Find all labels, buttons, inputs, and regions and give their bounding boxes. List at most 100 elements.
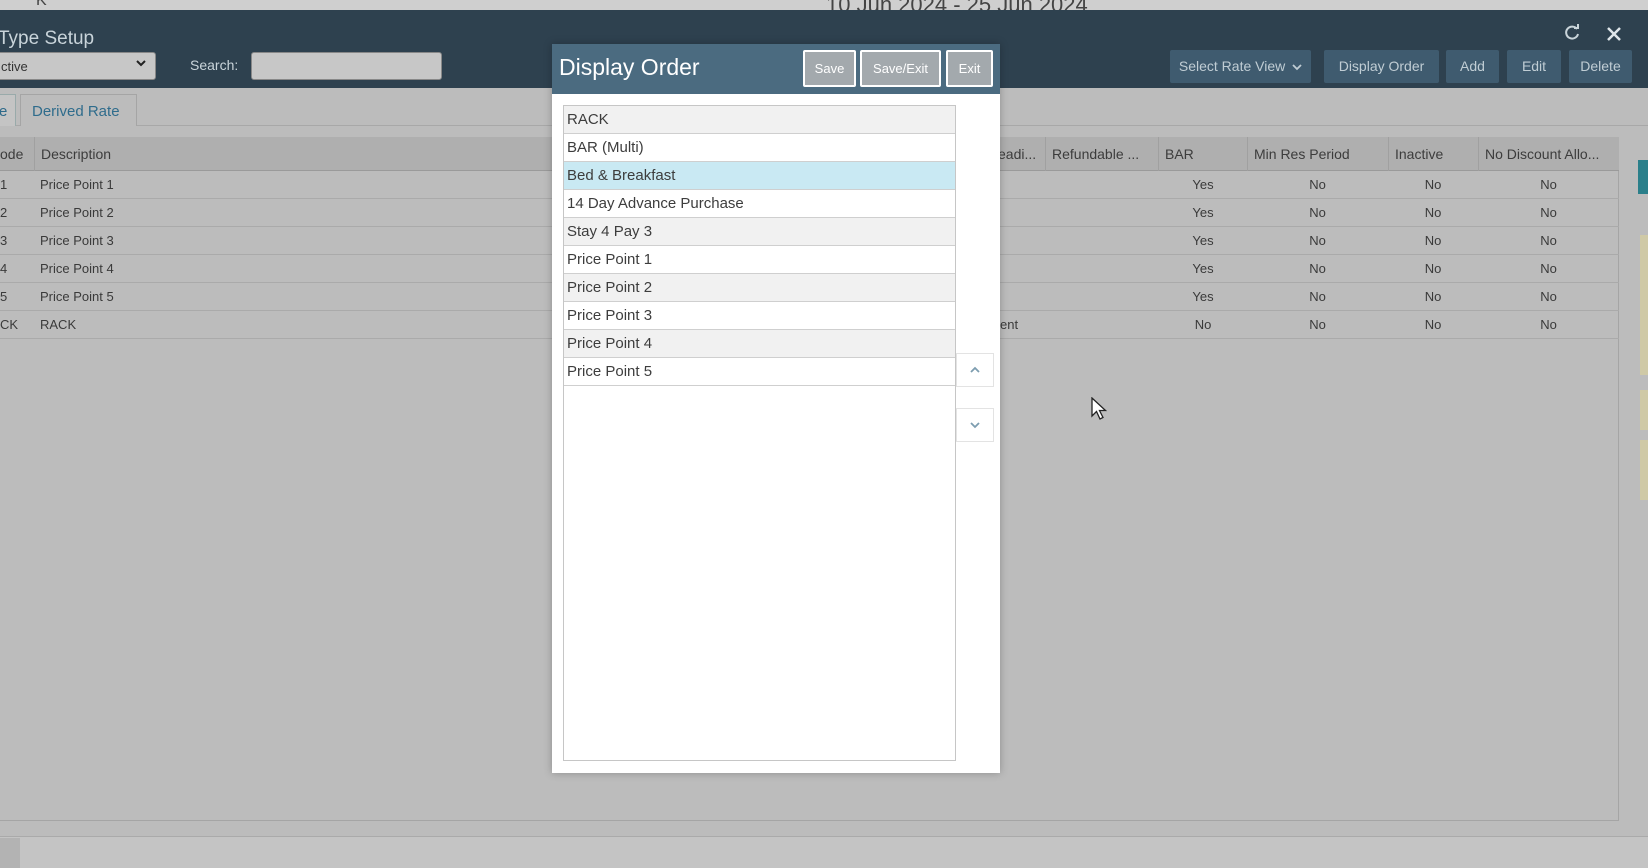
modal-header: Display Order Save Save/Exit Exit — [552, 44, 1000, 94]
cell-no-discount: No — [1540, 289, 1557, 304]
bottom-bar — [0, 836, 1648, 868]
top-left-partial-text: K — [36, 0, 47, 9]
tab-derived-rate[interactable]: Derived Rate — [20, 94, 137, 126]
cell-heading — [1000, 283, 1045, 311]
cell-refundable — [1046, 171, 1158, 199]
cell-bar: Yes — [1192, 261, 1214, 276]
side-panel-tab[interactable] — [1638, 160, 1648, 194]
list-item[interactable]: Price Point 1 — [564, 246, 955, 274]
save-button[interactable]: Save — [803, 50, 856, 87]
status-filter-select[interactable]: ctive — [0, 52, 156, 80]
cell-description: Price Point 2 — [40, 205, 114, 220]
save-exit-button[interactable]: Save/Exit — [860, 50, 941, 87]
list-item[interactable]: BAR (Multi) — [564, 134, 955, 162]
cell-heading — [1000, 199, 1045, 227]
cell-bar: Yes — [1192, 205, 1214, 220]
cell-code: 3 — [0, 233, 8, 248]
cell-code: 4 — [0, 261, 8, 276]
cell-inactive: No — [1424, 233, 1442, 248]
move-up-button[interactable] — [956, 353, 994, 387]
move-down-button[interactable] — [956, 408, 994, 442]
chevron-up-icon — [970, 366, 980, 373]
close-icon[interactable] — [1606, 26, 1622, 46]
cell-bar: Yes — [1192, 177, 1214, 192]
cell-code: 5 — [0, 289, 8, 304]
modal-title: Display Order — [559, 54, 700, 80]
cell-refundable — [1046, 311, 1158, 339]
cell-description: Price Point 4 — [40, 261, 114, 276]
bottom-scroll-handle[interactable] — [0, 838, 20, 868]
col-header-no-discount[interactable]: No Discount Allo... — [1478, 137, 1619, 171]
cell-refundable — [1046, 283, 1158, 311]
cell-description: Price Point 3 — [40, 233, 114, 248]
chevron-down-icon — [970, 422, 980, 429]
cell-min-res-period: No — [1309, 289, 1326, 304]
delete-button[interactable]: Delete — [1569, 50, 1632, 83]
list-item[interactable]: Bed & Breakfast — [564, 162, 955, 190]
col-header-description[interactable]: Description — [34, 137, 554, 171]
cell-no-discount: No — [1540, 261, 1557, 276]
cell-min-res-period: No — [1309, 177, 1326, 192]
list-item[interactable]: RACK — [564, 106, 955, 134]
display-order-button[interactable]: Display Order — [1324, 50, 1439, 83]
col-header-refundable[interactable]: Refundable ... — [1045, 137, 1158, 171]
page-title: Type Setup — [0, 28, 95, 49]
cell-code: 1 — [0, 177, 8, 192]
cell-description: Price Point 1 — [40, 177, 114, 192]
list-item[interactable]: Price Point 5 — [564, 358, 955, 386]
cell-description: RACK — [40, 317, 77, 332]
cell-inactive: No — [1424, 289, 1442, 304]
select-rate-view-label: Select Rate View — [1178, 58, 1286, 74]
cell-heading — [1000, 171, 1045, 199]
cell-no-discount: No — [1540, 205, 1557, 220]
cell-bar: No — [1194, 317, 1212, 332]
exit-button[interactable]: Exit — [946, 50, 993, 87]
col-header-bar[interactable]: BAR — [1158, 137, 1248, 171]
cell-min-res-period: No — [1309, 261, 1326, 276]
side-decoration — [1640, 390, 1648, 430]
tab-rate[interactable]: e — [0, 94, 16, 126]
top-strip: K 10 Jun 2024 - 25 Jun 2024 — [0, 0, 1648, 17]
list-item[interactable]: Price Point 3 — [564, 302, 955, 330]
display-order-list[interactable]: RACK BAR (Multi) Bed & Breakfast 14 Day Adv… — [563, 105, 956, 761]
cell-min-res-period: No — [1309, 205, 1326, 220]
list-item[interactable]: Stay 4 Pay 3 — [564, 218, 955, 246]
cell-bar: Yes — [1192, 289, 1214, 304]
mouse-cursor-icon — [1091, 396, 1108, 426]
cell-bar: Yes — [1192, 233, 1214, 248]
list-item[interactable]: 14 Day Advance Purchase — [564, 190, 955, 218]
side-decoration — [1640, 235, 1648, 375]
status-filter-value: ctive — [1, 59, 28, 74]
col-header-inactive[interactable]: Inactive — [1388, 137, 1478, 171]
cell-description: Price Point 5 — [40, 289, 114, 304]
cell-heading — [1000, 227, 1045, 255]
col-header-heading[interactable]: eadi... — [992, 137, 1046, 171]
chevron-down-icon — [135, 57, 147, 72]
cell-no-discount: No — [1540, 317, 1557, 332]
col-header-min-res-period[interactable]: Min Res Period — [1247, 137, 1388, 171]
add-button[interactable]: Add — [1446, 50, 1499, 83]
edit-button[interactable]: Edit — [1507, 50, 1561, 83]
cell-code: 2 — [0, 205, 8, 220]
cell-heading — [1000, 255, 1045, 283]
cell-inactive: No — [1424, 205, 1442, 220]
cell-inactive: No — [1424, 177, 1442, 192]
select-rate-view-button[interactable]: Select Rate View — [1170, 50, 1311, 83]
cell-refundable — [1046, 227, 1158, 255]
refresh-icon[interactable] — [1563, 24, 1581, 46]
cell-heading: ent — [1000, 317, 1019, 332]
cell-no-discount: No — [1540, 233, 1557, 248]
cell-inactive: No — [1424, 317, 1442, 332]
cell-refundable — [1046, 255, 1158, 283]
col-header-code[interactable]: ode — [0, 137, 34, 171]
display-order-modal: Display Order Save Save/Exit Exit RACK BA… — [552, 44, 1000, 773]
list-item[interactable]: Price Point 4 — [564, 330, 955, 358]
chevron-down-icon — [1292, 64, 1302, 71]
cell-no-discount: No — [1540, 177, 1557, 192]
search-input[interactable] — [251, 52, 442, 80]
list-item[interactable]: Price Point 2 — [564, 274, 955, 302]
cell-min-res-period: No — [1309, 317, 1326, 332]
cell-inactive: No — [1424, 261, 1442, 276]
search-label: Search: — [190, 57, 239, 73]
cell-min-res-period: No — [1309, 233, 1326, 248]
